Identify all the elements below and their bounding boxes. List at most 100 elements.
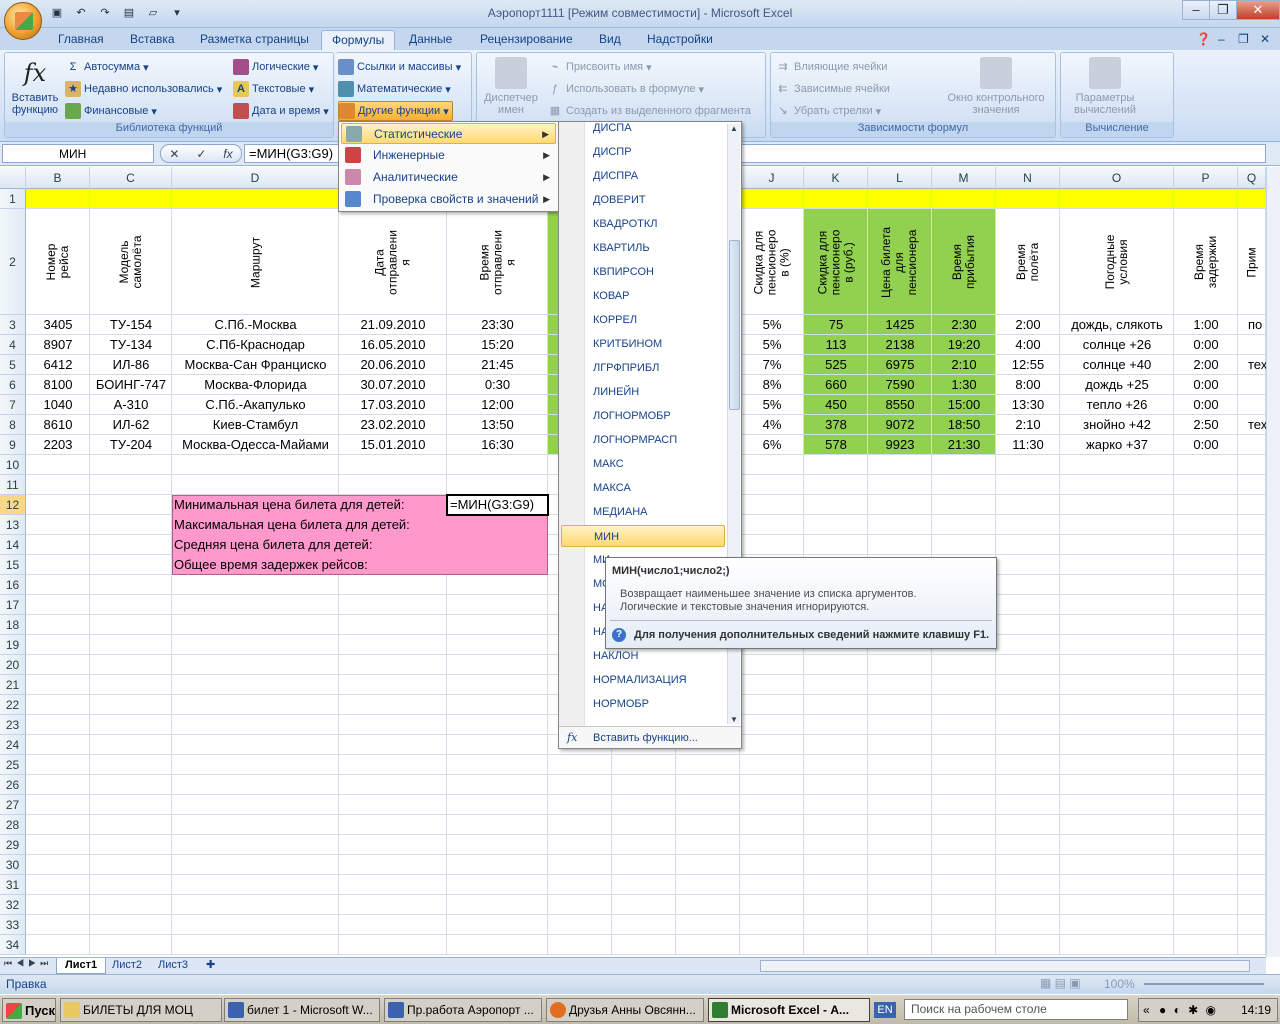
cell-N22[interactable]	[996, 695, 1060, 715]
sheet-nav-icon[interactable]: ⏮◀▶⏭	[4, 958, 52, 969]
cell-O25[interactable]	[1060, 755, 1174, 775]
cell-P14[interactable]	[1174, 535, 1238, 555]
row-header-23[interactable]: 23	[0, 715, 26, 735]
cell-P13[interactable]	[1174, 515, 1238, 535]
cell-N33[interactable]	[996, 915, 1060, 935]
watch-window-button[interactable]: Окно контрольного значения	[939, 57, 1053, 116]
cell-L22[interactable]	[868, 695, 932, 715]
cell-C21[interactable]	[90, 675, 172, 695]
function-item[interactable]: МЕДИАНА	[561, 501, 725, 523]
tab-insert[interactable]: Вставка	[120, 30, 185, 50]
cell-Q14[interactable]	[1238, 535, 1266, 555]
cell-Q12[interactable]	[1238, 495, 1266, 515]
cell-O18[interactable]	[1060, 615, 1174, 635]
cell-H25[interactable]	[612, 755, 676, 775]
row-header-32[interactable]: 32	[0, 895, 26, 915]
cell-O26[interactable]	[1060, 775, 1174, 795]
row-header-29[interactable]: 29	[0, 835, 26, 855]
cell-C26[interactable]	[90, 775, 172, 795]
cell-D22[interactable]	[172, 695, 339, 715]
function-item[interactable]: ЛГРФПРИБЛ	[561, 357, 725, 379]
cell-O28[interactable]	[1060, 815, 1174, 835]
row-header-22[interactable]: 22	[0, 695, 26, 715]
row-header-7[interactable]: 7	[0, 395, 26, 415]
cell-P15[interactable]	[1174, 555, 1238, 575]
cell-K30[interactable]	[804, 855, 868, 875]
cell-K20[interactable]	[804, 655, 868, 675]
row-header-26[interactable]: 26	[0, 775, 26, 795]
cell-L34[interactable]	[868, 935, 932, 955]
cell-C32[interactable]	[90, 895, 172, 915]
row-header-2[interactable]: 2	[0, 209, 26, 315]
cell-K11[interactable]	[804, 475, 868, 495]
function-item[interactable]: ЛИНЕЙН	[561, 381, 725, 403]
zoom-slider[interactable]	[1144, 983, 1264, 985]
redo-icon[interactable]: ↷	[96, 4, 114, 22]
header-cell-Q[interactable]: Прим	[1238, 209, 1266, 315]
cell-B34[interactable]	[26, 935, 90, 955]
column-header-K[interactable]: K	[804, 167, 868, 189]
cell-B22[interactable]	[26, 695, 90, 715]
cell-F31[interactable]	[447, 875, 548, 895]
cell-G31[interactable]	[548, 875, 612, 895]
cell-M20[interactable]	[932, 655, 996, 675]
cell-K22[interactable]	[804, 695, 868, 715]
cell-K21[interactable]	[804, 675, 868, 695]
cell-F20[interactable]	[447, 655, 548, 675]
row-header-1[interactable]: 1	[0, 189, 26, 209]
cell-F23[interactable]	[447, 715, 548, 735]
cell-M1[interactable]	[932, 189, 996, 209]
cell-N11[interactable]	[996, 475, 1060, 495]
cell-B13[interactable]	[26, 515, 90, 535]
cell-Q13[interactable]	[1238, 515, 1266, 535]
row-header-33[interactable]: 33	[0, 915, 26, 935]
function-item[interactable]: КВАДРОТКЛ	[561, 213, 725, 235]
cell-E25[interactable]	[339, 755, 447, 775]
cell-G26[interactable]	[548, 775, 612, 795]
text-button[interactable]: A Текстовые ▾	[233, 79, 314, 99]
cell-N24[interactable]	[996, 735, 1060, 755]
cell-P17[interactable]	[1174, 595, 1238, 615]
cell-E23[interactable]	[339, 715, 447, 735]
tab-review[interactable]: Рецензирование	[470, 30, 583, 50]
column-header-N[interactable]: N	[996, 167, 1060, 189]
cell-Q25[interactable]	[1238, 755, 1266, 775]
cell-M34[interactable]	[932, 935, 996, 955]
row-header-13[interactable]: 13	[0, 515, 26, 535]
cell-B32[interactable]	[26, 895, 90, 915]
help-icon[interactable]: ❓	[1192, 30, 1215, 50]
cell-P31[interactable]	[1174, 875, 1238, 895]
cell-L14[interactable]	[868, 535, 932, 555]
cell-K34[interactable]	[804, 935, 868, 955]
cell-M10[interactable]	[932, 455, 996, 475]
remove-arrows-button[interactable]: ↘ Убрать стрелки ▾	[775, 101, 881, 121]
row-header-14[interactable]: 14	[0, 535, 26, 555]
row-header-21[interactable]: 21	[0, 675, 26, 695]
cell-D33[interactable]	[172, 915, 339, 935]
cell-C25[interactable]	[90, 755, 172, 775]
cell-G29[interactable]	[548, 835, 612, 855]
cell-O27[interactable]	[1060, 795, 1174, 815]
start-button[interactable]: Пуск	[2, 998, 56, 1022]
cell-D17[interactable]	[172, 595, 339, 615]
column-header-C[interactable]: C	[90, 167, 172, 189]
cell-M12[interactable]	[932, 495, 996, 515]
cell-H26[interactable]	[612, 775, 676, 795]
cell-B21[interactable]	[26, 675, 90, 695]
cell-L13[interactable]	[868, 515, 932, 535]
cell-Q34[interactable]	[1238, 935, 1266, 955]
cell-D11[interactable]	[172, 475, 339, 495]
cell-O20[interactable]	[1060, 655, 1174, 675]
cell-B16[interactable]	[26, 575, 90, 595]
cell-J33[interactable]	[740, 915, 804, 935]
cell-O1[interactable]	[1060, 189, 1174, 209]
cell-J12[interactable]	[740, 495, 804, 515]
cell-Q19[interactable]	[1238, 635, 1266, 655]
header-cell-P[interactable]: Время задержки	[1174, 209, 1238, 315]
cell-D23[interactable]	[172, 715, 339, 735]
print-preview-icon[interactable]: ▤	[120, 4, 138, 22]
cell-O12[interactable]	[1060, 495, 1174, 515]
cell-N29[interactable]	[996, 835, 1060, 855]
column-header-L[interactable]: L	[868, 167, 932, 189]
cell-K31[interactable]	[804, 875, 868, 895]
